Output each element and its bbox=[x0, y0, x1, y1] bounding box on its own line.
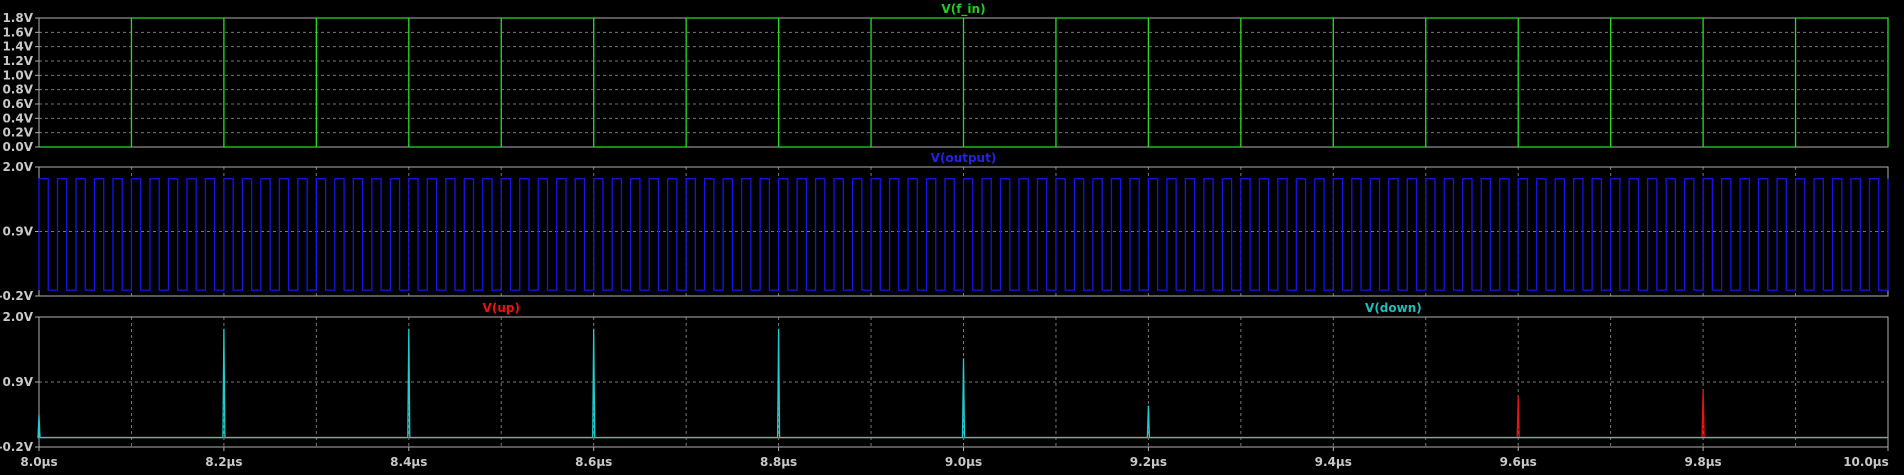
x-tick-label: 9.6µs bbox=[1500, 455, 1537, 469]
x-tick-label: 8.0µs bbox=[20, 455, 57, 469]
x-tick-label: 8.2µs bbox=[205, 455, 242, 469]
x-tick-label: 8.6µs bbox=[575, 455, 612, 469]
y-tick-label: 1.0V bbox=[2, 68, 33, 82]
y-tick-label: 1.2V bbox=[2, 54, 33, 68]
panel-1: 0.0V0.2V0.4V0.6V0.8V1.0V1.2V1.4V1.6V1.8V… bbox=[2, 2, 1889, 154]
panel-title: V(up) bbox=[483, 301, 520, 315]
waveform-viewer[interactable]: 0.0V0.2V0.4V0.6V0.8V1.0V1.2V1.4V1.6V1.8V… bbox=[0, 0, 1904, 475]
y-tick-label: 2.0V bbox=[2, 310, 33, 324]
x-tick-label: 9.0µs bbox=[945, 455, 982, 469]
y-tick-label: 0.2V bbox=[2, 126, 33, 140]
panel-title: V(down) bbox=[1365, 301, 1422, 315]
y-tick-label: 1.6V bbox=[2, 25, 33, 39]
series-line-v-f-in- bbox=[39, 17, 1889, 148]
y-tick-label: -0.2V bbox=[0, 440, 34, 454]
x-tick-label: 9.4µs bbox=[1315, 455, 1352, 469]
y-tick-label: 0.9V bbox=[2, 375, 33, 389]
y-tick-label: -0.2V bbox=[0, 289, 34, 303]
y-tick-label: 0.0V bbox=[2, 140, 33, 154]
x-tick-label: 8.8µs bbox=[760, 455, 797, 469]
y-tick-label: 1.4V bbox=[2, 40, 33, 54]
panel-title: V(f_in) bbox=[941, 2, 985, 17]
x-tick-label: 9.2µs bbox=[1130, 455, 1167, 469]
panel-2: -0.2V 0.9V 2.0V V(output) bbox=[0, 151, 1889, 303]
panel-title: V(output) bbox=[931, 151, 997, 165]
x-tick-label: 9.8µs bbox=[1684, 455, 1721, 469]
x-tick-label: 8.4µs bbox=[390, 455, 427, 469]
y-tick-label: 0.4V bbox=[2, 111, 33, 125]
y-tick-label: 0.9V bbox=[2, 225, 33, 239]
y-tick-label: 2.0V bbox=[2, 160, 33, 174]
series-line-v-output- bbox=[38, 178, 1889, 291]
x-tick-label: 10.0µs bbox=[1843, 455, 1889, 469]
panel-3: -0.2V 0.9V 2.0V V(up) V(down) bbox=[0, 301, 1889, 454]
y-tick-label: 1.8V bbox=[2, 11, 33, 25]
y-tick-label: 0.8V bbox=[2, 83, 33, 97]
y-tick-label: 0.6V bbox=[2, 97, 33, 111]
